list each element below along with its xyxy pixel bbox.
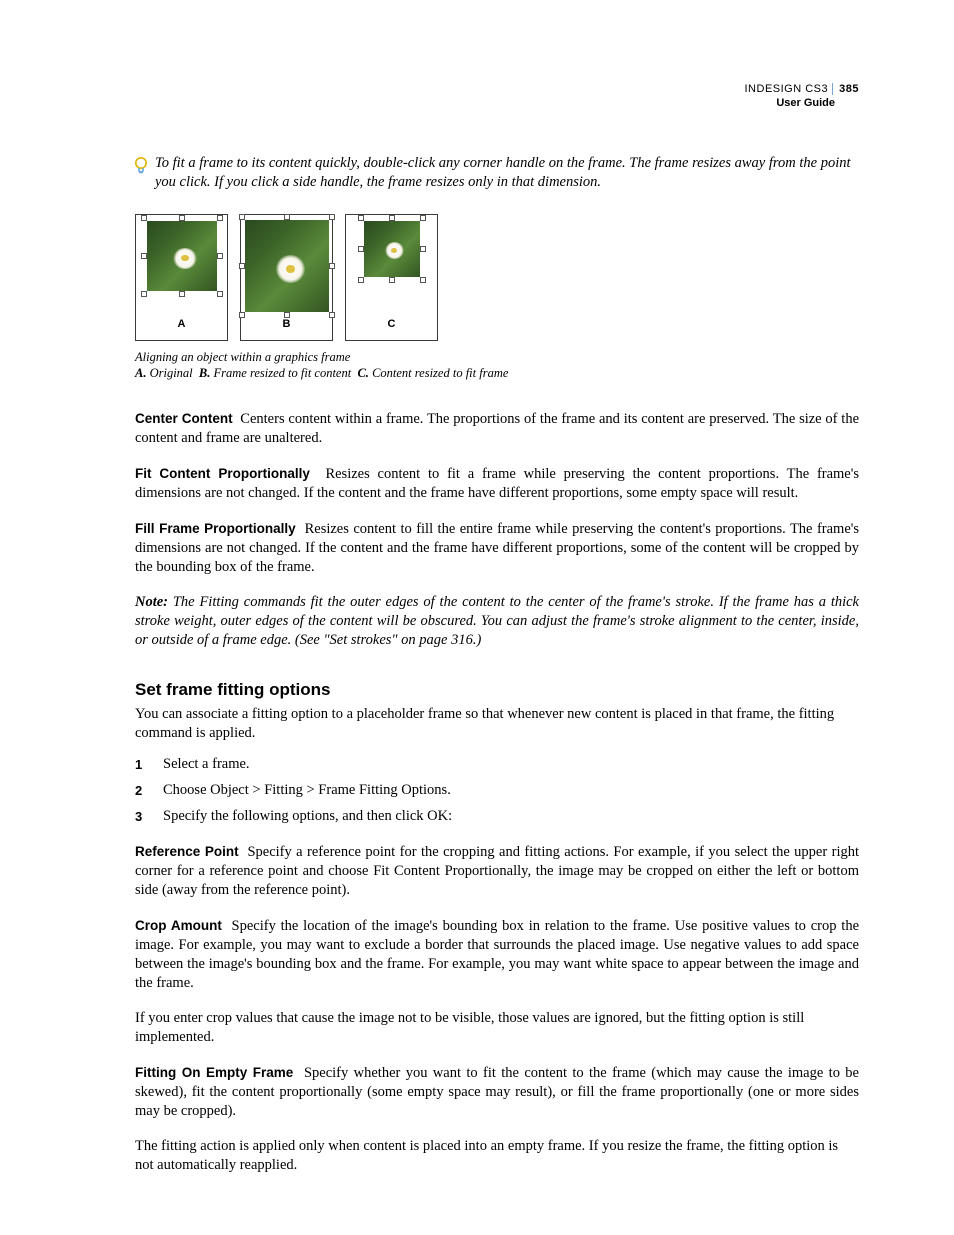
- figure-image-c: [364, 221, 420, 277]
- term-center-content: Center Content: [135, 411, 233, 426]
- note-text: The Fitting commands fit the outer edges…: [135, 594, 859, 648]
- figure-label-c: C: [388, 315, 396, 334]
- def-crop-amount: Crop Amount Specify the location of the …: [135, 916, 859, 993]
- legend-text-b: Frame resized to fit content: [214, 366, 352, 380]
- legend-text-c: Content resized to fit frame: [372, 366, 508, 380]
- page-number: 385: [832, 83, 859, 95]
- figure-label-b: B: [283, 315, 291, 334]
- legend-text-a: Original: [150, 366, 193, 380]
- def-fill-proportionally: Fill Frame Proportionally Resizes conten…: [135, 519, 859, 577]
- text-reference-point: Specify a reference point for the croppi…: [135, 844, 859, 898]
- text-center-content: Centers content within a frame. The prop…: [135, 411, 859, 446]
- term-reference-point: Reference Point: [135, 844, 239, 859]
- fitting-followup: The fitting action is applied only when …: [135, 1137, 859, 1175]
- section-intro: You can associate a fitting option to a …: [135, 705, 859, 743]
- text-crop-amount: Specify the location of the image's boun…: [135, 918, 859, 991]
- figure-label-a: A: [178, 315, 186, 334]
- content-area: To fit a frame to its content quickly, d…: [135, 154, 859, 1175]
- figure-frame-a: A: [135, 214, 228, 341]
- figure-row: A B: [135, 214, 859, 341]
- term-crop-amount: Crop Amount: [135, 918, 222, 933]
- def-reference-point: Reference Point Specify a reference poin…: [135, 842, 859, 900]
- term-fill-prop: Fill Frame Proportionally: [135, 521, 296, 536]
- legend-key-a: A.: [135, 366, 146, 380]
- step-2: Choose Object > Fitting > Frame Fitting …: [153, 781, 859, 800]
- tip-text: To fit a frame to its content quickly, d…: [155, 154, 859, 192]
- legend-key-b: B.: [199, 366, 210, 380]
- step-1: Select a frame.: [153, 755, 859, 774]
- tip-block: To fit a frame to its content quickly, d…: [135, 154, 859, 192]
- term-fitting-empty: Fitting On Empty Frame: [135, 1065, 293, 1080]
- section-heading: Set frame fitting options: [135, 680, 859, 699]
- def-fit-proportionally: Fit Content Proportionally Resizes conte…: [135, 464, 859, 503]
- crop-followup: If you enter crop values that cause the …: [135, 1009, 859, 1047]
- header-line1: INDESIGN CS3385: [745, 82, 860, 96]
- running-header: INDESIGN CS3385 User Guide: [745, 82, 860, 110]
- note-block: Note: The Fitting commands fit the outer…: [135, 593, 859, 650]
- figure-frame-c: C: [345, 214, 438, 341]
- figure-frame-b: B: [240, 214, 333, 341]
- note-label: Note:: [135, 594, 168, 610]
- figure-caption: Aligning an object within a graphics fra…: [135, 349, 859, 381]
- term-fit-prop: Fit Content Proportionally: [135, 466, 310, 481]
- product-name: INDESIGN CS3: [745, 83, 829, 95]
- steps-list: Select a frame. Choose Object > Fitting …: [135, 755, 859, 826]
- figure-legend: A. Original B. Frame resized to fit cont…: [135, 365, 859, 381]
- lightbulb-icon: [133, 156, 151, 184]
- figure-image-a: [147, 221, 217, 291]
- figure-caption-title: Aligning an object within a graphics fra…: [135, 349, 859, 365]
- legend-key-c: C.: [357, 366, 368, 380]
- header-doc-title: User Guide: [745, 96, 860, 110]
- page: INDESIGN CS3385 User Guide To fit a fram…: [0, 0, 954, 1235]
- def-center-content: Center Content Centers content within a …: [135, 409, 859, 448]
- step-3: Specify the following options, and then …: [153, 807, 859, 826]
- figure-image-b: [245, 220, 329, 312]
- def-fitting-empty: Fitting On Empty Frame Specify whether y…: [135, 1063, 859, 1121]
